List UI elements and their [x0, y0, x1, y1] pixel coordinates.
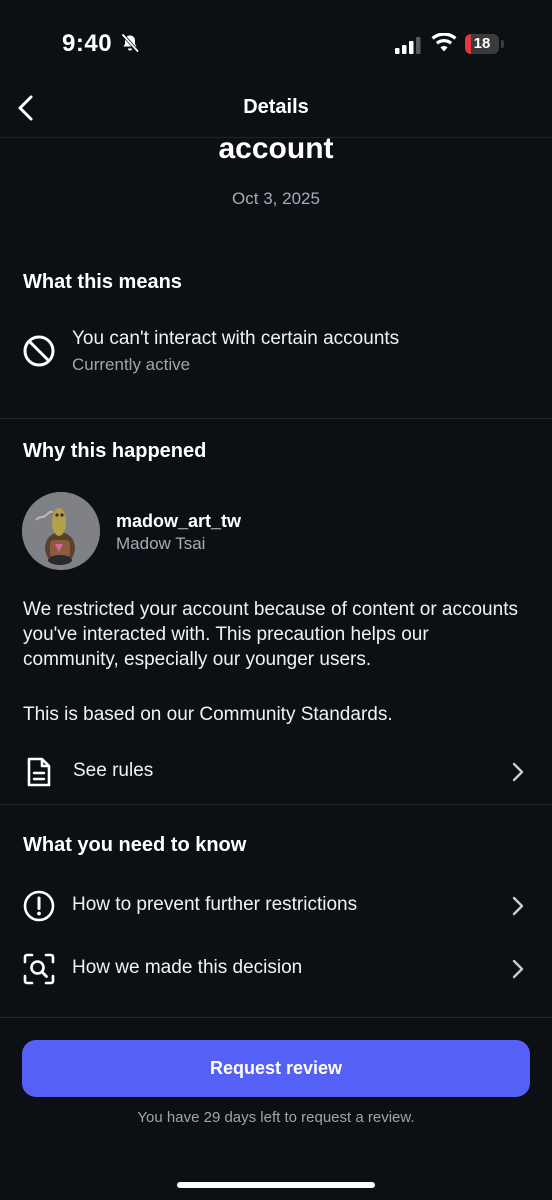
wifi-icon	[431, 33, 457, 52]
cellular-signal-icon	[395, 37, 421, 54]
restriction-date: Oct 3, 2025	[232, 189, 320, 208]
account-name: Madow Tsai	[116, 534, 206, 553]
request-review-button[interactable]: Request review	[22, 1040, 530, 1097]
chevron-right-icon	[512, 959, 524, 979]
prohibited-icon	[23, 335, 55, 367]
page-title: Details	[243, 96, 309, 118]
section-divider	[0, 804, 552, 805]
document-icon	[27, 757, 51, 787]
decision-process-label: How we made this decision	[72, 957, 303, 978]
chevron-right-icon	[512, 762, 524, 782]
prevent-restrictions-row[interactable]: How to prevent further restrictions	[0, 878, 552, 934]
battery-cap	[501, 40, 504, 48]
avatar-illustration	[22, 492, 100, 570]
review-deadline-note: You have 29 days left to request a revie…	[137, 1109, 415, 1126]
prevent-restrictions-label: How to prevent further restrictions	[72, 894, 358, 915]
battery-indicator: 18	[465, 34, 505, 54]
scan-search-icon	[23, 953, 55, 985]
exclamation-circle-icon	[23, 890, 55, 922]
restriction-explanation: We restricted your account because of co…	[23, 599, 518, 670]
section-title-what-this-means: What this means	[23, 271, 182, 293]
chevron-right-icon	[512, 896, 524, 916]
home-indicator[interactable]	[177, 1182, 375, 1188]
silenced-bell-icon	[121, 33, 139, 53]
decision-process-row[interactable]: How we made this decision	[0, 941, 552, 997]
section-divider	[0, 418, 552, 419]
community-standards-note: This is based on our Community Standards…	[23, 704, 393, 725]
see-rules-row[interactable]: See rules	[0, 744, 552, 800]
header-divider	[0, 137, 552, 138]
battery-level-text: 18	[473, 35, 491, 52]
restriction-status: Currently active	[72, 355, 191, 374]
footer-divider	[0, 1017, 552, 1018]
section-title-why-this-happened: Why this happened	[23, 440, 207, 462]
restriction-effect-label: You can't interact with certain accounts	[72, 328, 400, 349]
section-title-what-you-need-to-know: What you need to know	[23, 834, 247, 856]
see-rules-label: See rules	[73, 760, 154, 781]
status-time: 9:40	[62, 30, 113, 57]
avatar[interactable]	[22, 492, 100, 570]
account-username[interactable]: madow_art_tw	[116, 511, 241, 532]
